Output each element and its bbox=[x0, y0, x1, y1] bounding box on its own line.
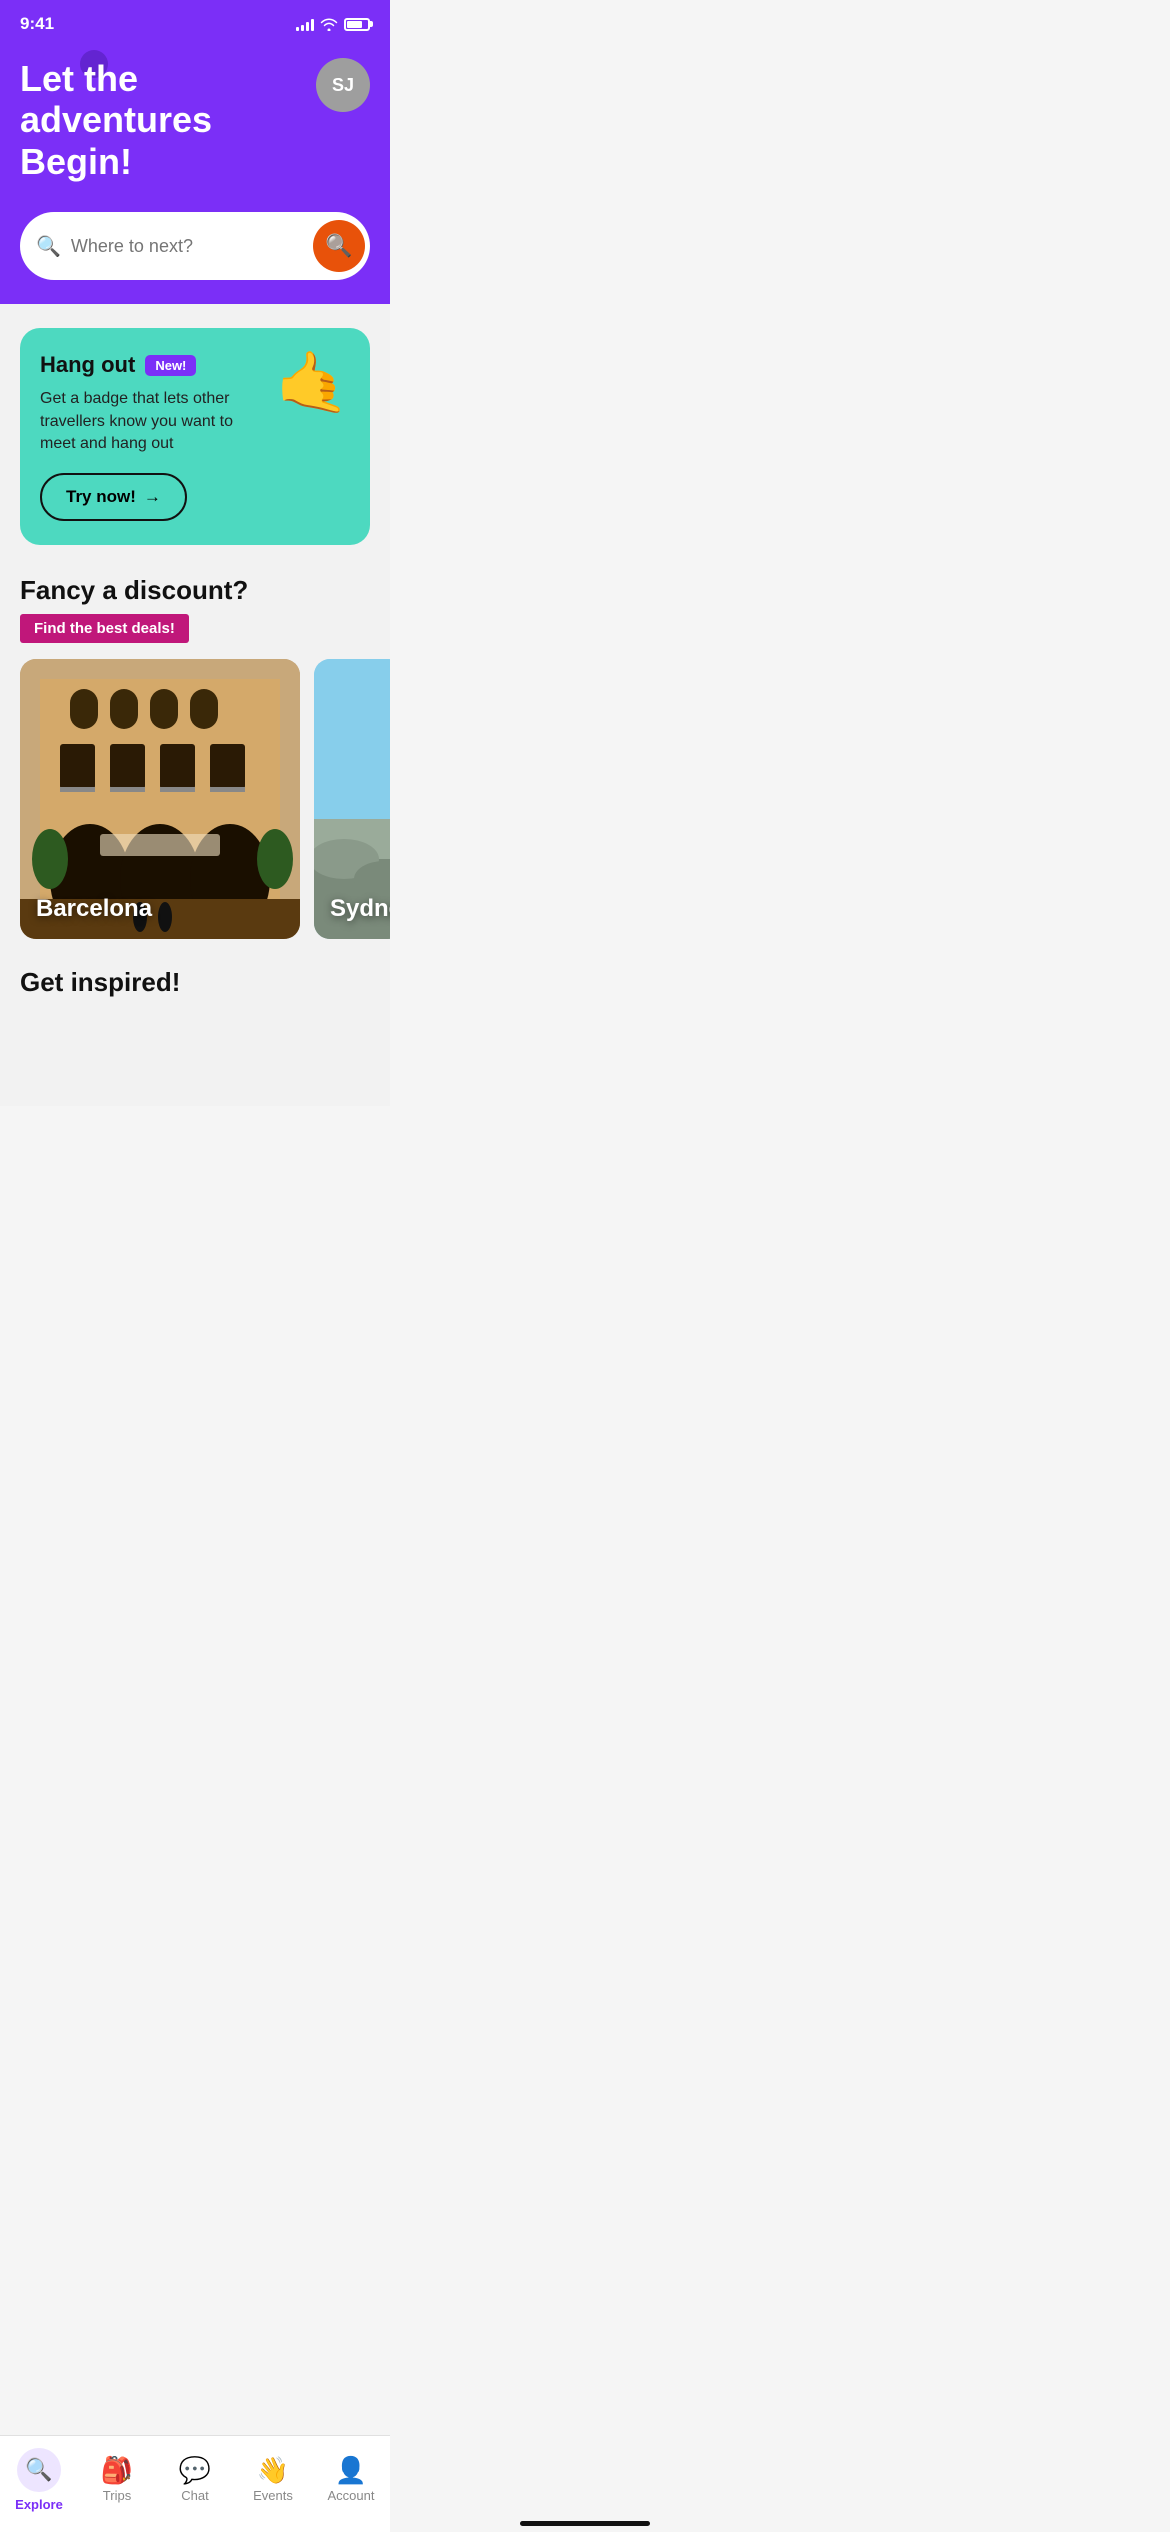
destination-card-sydney[interactable]: Sydne bbox=[314, 659, 390, 939]
chat-label: Chat bbox=[181, 2488, 208, 2503]
search-bar: 🔍 🔍 bbox=[20, 212, 370, 280]
try-now-button[interactable]: Try now! → bbox=[40, 473, 187, 521]
battery-icon bbox=[344, 18, 370, 31]
signal-icon bbox=[296, 17, 314, 31]
destination-card-barcelona[interactable]: Barcelona bbox=[20, 659, 300, 939]
discount-section: Fancy a discount? Find the best deals! bbox=[20, 575, 370, 939]
home-indicator bbox=[520, 2521, 650, 2526]
search-button[interactable]: 🔍 bbox=[313, 220, 365, 272]
main-content: Hang out New! Get a badge that lets othe… bbox=[0, 304, 390, 1106]
new-badge: New! bbox=[145, 355, 196, 376]
barcelona-label: Barcelona bbox=[36, 895, 152, 923]
trips-icon: 🎒 bbox=[101, 2457, 133, 2483]
account-label: Account bbox=[328, 2488, 375, 2503]
events-icon: 👋 bbox=[257, 2457, 289, 2483]
inspired-title: Get inspired! bbox=[20, 967, 370, 998]
destinations-scroll[interactable]: Barcelona Sydne bbox=[0, 659, 390, 939]
hangout-emoji: 🤙 bbox=[275, 347, 350, 418]
hangout-content: Hang out New! Get a badge that lets othe… bbox=[40, 352, 265, 521]
events-label: Events bbox=[253, 2488, 293, 2503]
nav-item-chat[interactable]: 💬 Chat bbox=[165, 2457, 225, 2503]
avatar[interactable]: SJ bbox=[316, 58, 370, 112]
sydney-label: Sydne bbox=[330, 895, 390, 923]
discount-title: Fancy a discount? bbox=[20, 575, 370, 606]
account-icon: 👤 bbox=[335, 2457, 367, 2483]
header-title: Let the adventures Begin! bbox=[20, 58, 316, 182]
trips-label: Trips bbox=[103, 2488, 131, 2503]
search-icon-left: 🔍 bbox=[36, 234, 61, 259]
nav-item-account[interactable]: 👤 Account bbox=[321, 2457, 381, 2503]
search-button-icon: 🔍 bbox=[325, 233, 352, 259]
hangout-title: Hang out bbox=[40, 352, 135, 378]
chat-icon: 💬 bbox=[179, 2457, 211, 2483]
search-container: 🔍 🔍 bbox=[0, 212, 390, 304]
hangout-card: Hang out New! Get a badge that lets othe… bbox=[20, 328, 370, 545]
inspired-section: Get inspired! bbox=[20, 967, 370, 998]
header-title-block: Let the adventures Begin! bbox=[20, 58, 316, 182]
nav-item-trips[interactable]: 🎒 Trips bbox=[87, 2457, 147, 2503]
deals-badge: Find the best deals! bbox=[20, 614, 189, 643]
explore-label: Explore bbox=[15, 2497, 63, 2512]
nav-item-events[interactable]: 👋 Events bbox=[243, 2457, 303, 2503]
explore-icon: 🔍 bbox=[25, 2459, 52, 2481]
search-input[interactable] bbox=[71, 236, 303, 257]
header: Let the adventures Begin! SJ bbox=[0, 42, 390, 212]
status-icons bbox=[296, 17, 370, 31]
status-bar: 9:41 bbox=[0, 0, 390, 42]
nav-item-explore[interactable]: 🔍 Explore bbox=[9, 2448, 69, 2512]
wifi-icon bbox=[320, 17, 338, 31]
status-time: 9:41 bbox=[20, 14, 54, 34]
hangout-title-row: Hang out New! bbox=[40, 352, 265, 378]
bottom-nav: 🔍 Explore 🎒 Trips 💬 Chat 👋 Events 👤 Acco… bbox=[0, 2435, 390, 2532]
explore-icon-bg: 🔍 bbox=[17, 2448, 61, 2492]
hangout-description: Get a badge that lets other travellers k… bbox=[40, 388, 265, 455]
